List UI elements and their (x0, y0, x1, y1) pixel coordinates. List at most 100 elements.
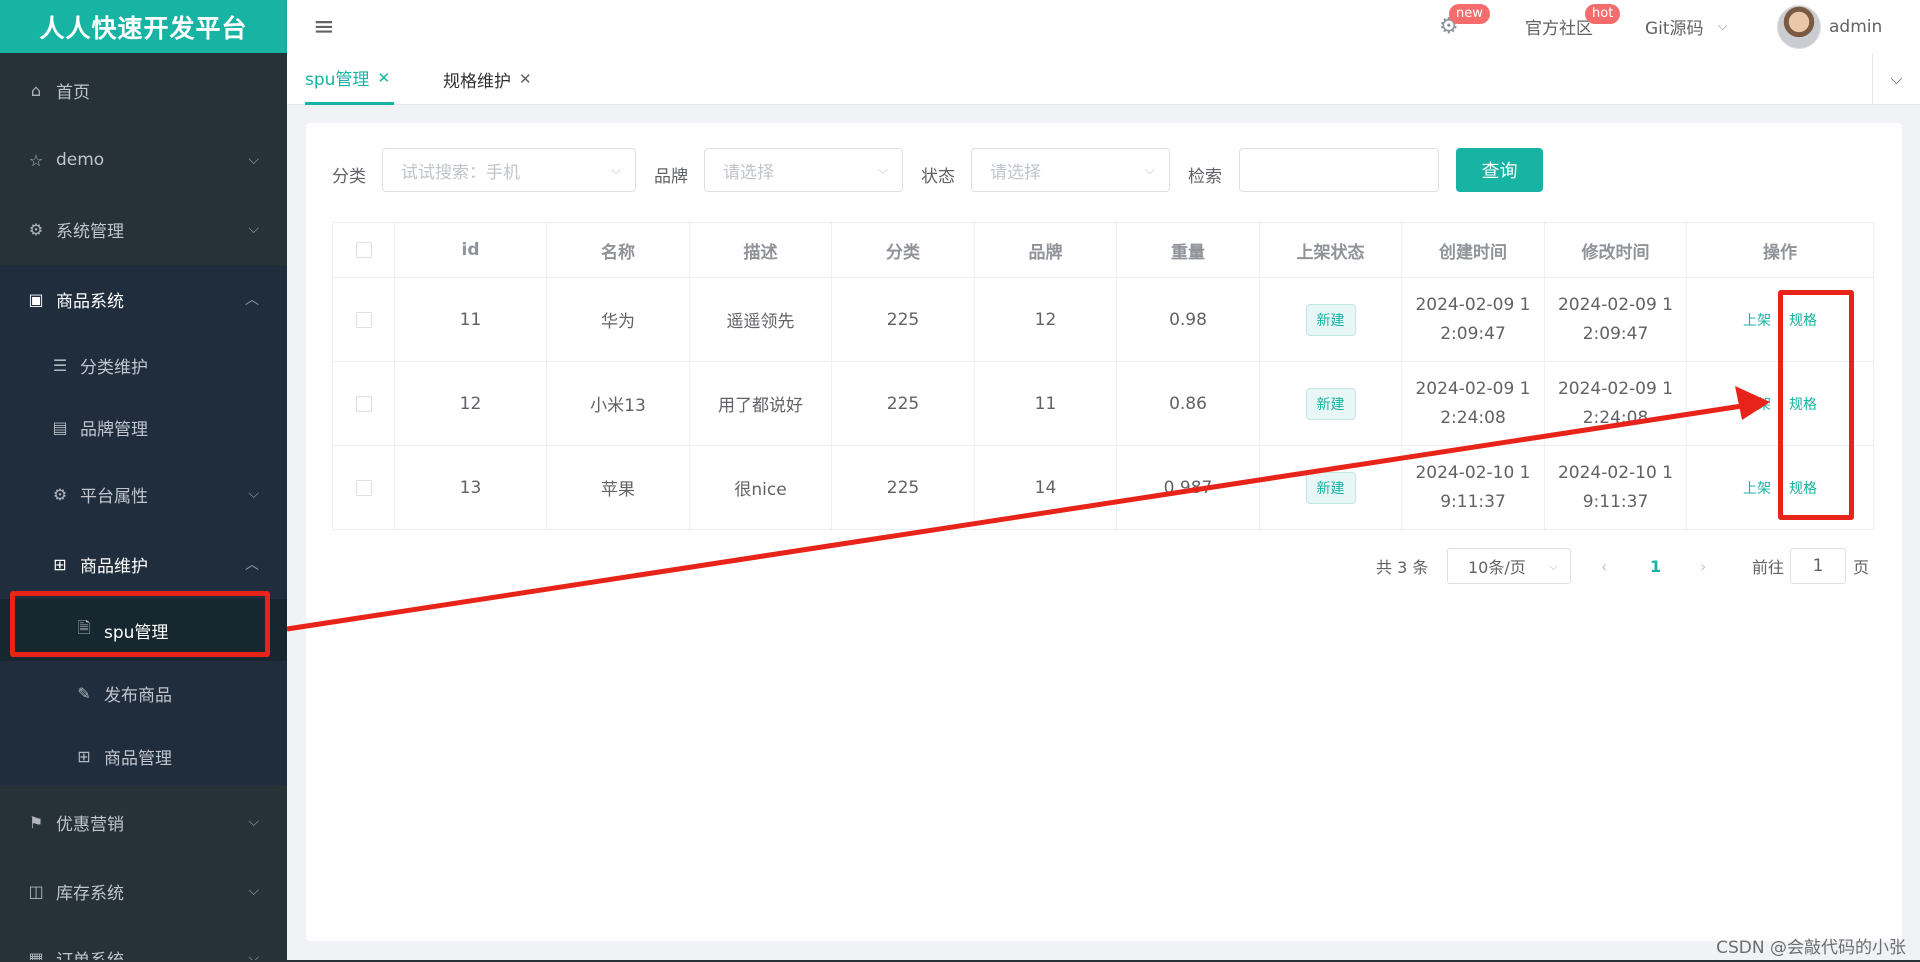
chevron-down-icon: ⌵ (1145, 162, 1155, 178)
publish-link[interactable]: 上架 (1743, 478, 1771, 498)
status-select[interactable]: 请选择 ⌵ (971, 148, 1170, 192)
status-badge: 新建 (1305, 387, 1356, 420)
sidebar-item-coupon[interactable]: ⚑ 优惠营销 ⌵ (0, 802, 287, 842)
brand-select[interactable]: 请选择 ⌵ (704, 148, 903, 192)
goto-suffix: 页 (1853, 558, 1870, 577)
spec-link[interactable]: 规格 (1789, 478, 1817, 498)
coupon-icon: ⚑ (28, 812, 44, 832)
brand-label: 品牌 (654, 167, 688, 187)
inventory-icon: ◫ (28, 881, 44, 901)
query-button[interactable]: 查询 (1456, 148, 1543, 192)
cell-weight: 0.987 (1117, 446, 1260, 529)
publish-link[interactable]: 上架 (1743, 310, 1771, 330)
cell-name: 小米13 (547, 362, 690, 445)
select-all-cell (333, 223, 395, 277)
header-actions: 操作 (1763, 242, 1797, 263)
sidebar-item-product-maintenance[interactable]: ⊞ 商品维护 ︿ (0, 544, 287, 584)
cell-status: 新建 (1260, 278, 1402, 361)
sidebar-item-system[interactable]: ⚙ 系统管理 ⌵ (0, 209, 287, 249)
spec-link[interactable]: 规格 (1789, 394, 1817, 414)
cell-category: 225 (832, 278, 975, 361)
grid-icon: ⊞ (77, 746, 91, 766)
top-bar: ≡ ⚙ new 官方社区 hot Git源码 ⌵ admin (287, 0, 1920, 53)
watermark: CSDN @会敲代码的小张 (1716, 938, 1906, 958)
sidebar-item-brand[interactable]: ▤ 品牌管理 (0, 407, 287, 447)
sidebar-item-label: 首页 (56, 82, 90, 103)
created-time: 2:24:08 (1440, 407, 1506, 428)
sidebar-item-publish[interactable]: ✎ 发布商品 (0, 673, 287, 713)
page-size-value: 10条/页 (1468, 558, 1526, 577)
cell-category: 225 (832, 446, 975, 529)
tab-label: spu管理 (305, 70, 370, 90)
status-badge: 新建 (1305, 303, 1356, 336)
sidebar-item-label: 商品维护 (80, 556, 148, 577)
theme-settings[interactable]: ⚙ new (1439, 0, 1490, 53)
cell-actions: 上架 规格 (1687, 362, 1873, 445)
sidebar-item-inventory[interactable]: ◫ 库存系统 ⌵ (0, 871, 287, 911)
select-all-checkbox[interactable] (355, 242, 372, 258)
table-header-row: id 名称 描述 分类 品牌 重量 上架状态 创建时间 修改时间 操作 (333, 223, 1873, 278)
sidebar-item-attributes[interactable]: ⚙ 平台属性 ⌵ (0, 474, 287, 514)
header-created: 创建时间 (1402, 223, 1545, 277)
row-select-cell (333, 278, 395, 361)
sidebar-item-product-system[interactable]: ▣ 商品系统 ︿ (0, 279, 287, 319)
tab-spu[interactable]: spu管理 ✕ (305, 53, 395, 105)
prev-page-icon[interactable]: ‹ (1601, 548, 1607, 584)
search-input[interactable] (1239, 148, 1439, 192)
cell-id: 11 (395, 278, 547, 361)
community-link[interactable]: 官方社区 hot (1525, 0, 1621, 53)
status-placeholder: 请选择 (990, 162, 1041, 183)
cell-desc: 遥遥领先 (690, 278, 832, 361)
document-gear-icon: 🗎 (77, 617, 91, 637)
sidebar-item-label: 商品管理 (104, 748, 172, 769)
modified-date: 2024-02-09 1 (1557, 378, 1673, 399)
created-time: 9:11:37 (1440, 491, 1506, 512)
tabs-dropdown[interactable]: ⌵ (1872, 53, 1920, 105)
row-checkbox[interactable] (355, 395, 372, 412)
sidebar-item-home[interactable]: ⌂ 首页 (0, 70, 287, 110)
close-icon[interactable]: ✕ (519, 70, 532, 88)
sidebar-item-product-manage[interactable]: ⊞ 商品管理 (0, 736, 287, 776)
brand-placeholder: 请选择 (723, 162, 774, 183)
row-checkbox[interactable] (355, 479, 372, 496)
tab-spec[interactable]: 规格维护 ✕ (443, 53, 532, 105)
tab-bar: spu管理 ✕ 规格维护 ✕ ⌵ (287, 53, 1920, 105)
header-id: id (395, 223, 547, 277)
close-icon[interactable]: ✕ (377, 69, 390, 87)
gear-icon: ⚙ (28, 219, 44, 239)
next-page-icon[interactable]: › (1700, 548, 1706, 584)
row-checkbox[interactable] (355, 311, 372, 328)
chevron-down-icon: ⌵ (248, 486, 259, 502)
sidebar-item-demo[interactable]: ☆ demo ⌵ (0, 140, 287, 180)
cell-status: 新建 (1260, 362, 1402, 445)
chevron-down-icon: ⌵ (248, 883, 259, 899)
git-source-dropdown[interactable]: Git源码 ⌵ (1645, 0, 1727, 53)
sidebar-item-order[interactable]: ▦ 订单系统 ⌵ (0, 938, 287, 962)
sidebar-item-label: 优惠营销 (56, 814, 124, 835)
cell-brand: 11 (975, 362, 1117, 445)
sidebar-item-label: 分类维护 (80, 357, 148, 378)
edit-icon: ✎ (77, 683, 91, 703)
new-badge: new (1449, 4, 1490, 24)
publish-link[interactable]: 上架 (1743, 394, 1771, 414)
header-status: 上架状态 (1260, 223, 1402, 277)
cell-modified: 2024-02-09 1 2:09:47 (1545, 278, 1687, 361)
modified-date: 2024-02-10 1 (1557, 462, 1673, 483)
category-cascader[interactable]: 试试搜索：手机 ⌵ (382, 148, 636, 192)
cell-actions: 上架 规格 (1687, 278, 1873, 361)
header-category: 分类 (832, 223, 975, 277)
cell-id: 13 (395, 446, 547, 529)
menu-toggle-icon[interactable]: ≡ (313, 12, 335, 42)
cell-weight: 0.86 (1117, 362, 1260, 445)
spec-link[interactable]: 规格 (1789, 310, 1817, 330)
user-menu[interactable]: admin (1777, 0, 1882, 53)
page-number-current[interactable]: 1 (1650, 548, 1661, 584)
modified-date: 2024-02-09 1 (1557, 294, 1673, 315)
page-size-select[interactable]: 10条/页 ⌵ (1447, 548, 1571, 584)
table-row: 13 苹果 很nice 225 14 0.987 新建 2024-02-10 1… (333, 446, 1873, 529)
sidebar-item-spu[interactable]: 🗎 spu管理 (0, 599, 287, 661)
sidebar-item-category[interactable]: ☰ 分类维护 (0, 345, 287, 385)
goto-page-input[interactable]: 1 (1790, 548, 1846, 584)
header-name: 名称 (547, 223, 690, 277)
header-desc: 描述 (690, 223, 832, 277)
